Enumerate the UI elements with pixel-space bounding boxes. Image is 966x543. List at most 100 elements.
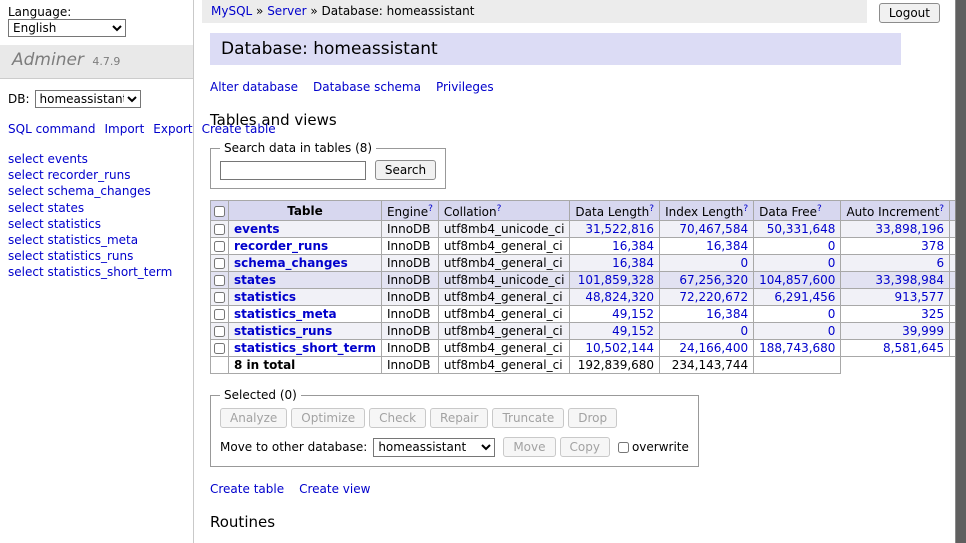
row-checkbox[interactable] <box>214 241 225 252</box>
auto-increment-cell: 325 <box>841 306 950 323</box>
scrollbar[interactable] <box>955 0 966 543</box>
data-free-link[interactable]: 50,331,648 <box>767 222 836 236</box>
db-select[interactable]: homeassistant <box>35 90 141 108</box>
copy-button[interactable]: Copy <box>560 437 610 457</box>
row-checkbox[interactable] <box>214 224 225 235</box>
sidebar-link[interactable]: Create table <box>202 122 276 136</box>
select-all-checkbox[interactable] <box>214 206 225 217</box>
sidebar-link[interactable]: SQL command <box>8 122 95 136</box>
column-help-link[interactable]: ? <box>428 204 433 214</box>
column-help-link[interactable]: ? <box>939 204 944 214</box>
table-name-link[interactable]: statistics_meta <box>234 307 337 321</box>
index-length-link[interactable]: 70,467,584 <box>679 222 748 236</box>
row-check-cell <box>211 238 229 255</box>
app-name-link[interactable]: Adminer <box>12 50 84 70</box>
search-input[interactable] <box>220 161 366 180</box>
sidebar-link[interactable]: Export <box>153 122 192 136</box>
table-name-link[interactable]: statistics_runs <box>234 324 332 338</box>
sidebar-link[interactable]: Import <box>104 122 144 136</box>
index-length-link[interactable]: 0 <box>740 324 748 338</box>
index-length-link[interactable]: 67,256,320 <box>679 273 748 287</box>
optimize-button[interactable]: Optimize <box>291 408 365 428</box>
table-name-link[interactable]: schema_changes <box>234 256 348 270</box>
create-link[interactable]: Create table <box>210 482 284 496</box>
truncate-button[interactable]: Truncate <box>492 408 564 428</box>
move-db-select[interactable]: homeassistant <box>373 438 495 457</box>
sidebar-table-link[interactable]: select events <box>8 151 185 167</box>
data-length-link[interactable]: 48,824,320 <box>585 290 654 304</box>
engine-cell: InnoDB <box>381 340 438 357</box>
data-free-link[interactable]: 0 <box>828 324 836 338</box>
analyze-button[interactable]: Analyze <box>220 408 287 428</box>
index-length-link[interactable]: 0 <box>740 256 748 270</box>
column-help-link[interactable]: ? <box>743 204 748 214</box>
sidebar-table-link[interactable]: select statistics_meta <box>8 232 185 248</box>
row-checkbox[interactable] <box>214 292 225 303</box>
auto-increment-link[interactable]: 6 <box>936 256 944 270</box>
table-name-cell: recorder_runs <box>229 238 382 255</box>
search-button[interactable]: Search <box>375 160 436 180</box>
table-name-link[interactable]: events <box>234 222 280 236</box>
db-action-link[interactable]: Privileges <box>436 80 494 94</box>
table-name-cell: statistics_runs <box>229 323 382 340</box>
engine-cell: InnoDB <box>381 238 438 255</box>
index-length-link[interactable]: 24,166,400 <box>679 341 748 355</box>
sidebar-table-link[interactable]: select recorder_runs <box>8 167 185 183</box>
db-action-link[interactable]: Database schema <box>313 80 421 94</box>
breadcrumb-link[interactable]: Server <box>267 4 306 18</box>
table-name-link[interactable]: statistics <box>234 290 296 304</box>
column-help-link[interactable]: ? <box>649 204 654 214</box>
auto-increment-link[interactable]: 913,577 <box>894 290 944 304</box>
sidebar-table-link[interactable]: select statistics_runs <box>8 248 185 264</box>
auto-increment-link[interactable]: 33,398,984 <box>875 273 944 287</box>
table-name-link[interactable]: states <box>234 273 276 287</box>
row-checkbox[interactable] <box>214 275 225 286</box>
table-row: eventsInnoDButf8mb4_unicode_ci31,522,816… <box>211 221 966 238</box>
table-name-link[interactable]: recorder_runs <box>234 239 328 253</box>
row-checkbox[interactable] <box>214 258 225 269</box>
data-free-link[interactable]: 0 <box>828 239 836 253</box>
language-select[interactable]: English <box>8 19 126 37</box>
column-help-link[interactable]: ? <box>497 204 502 214</box>
auto-increment-link[interactable]: 8,581,645 <box>883 341 944 355</box>
drop-button[interactable]: Drop <box>568 408 617 428</box>
data-free-link[interactable]: 188,743,680 <box>759 341 835 355</box>
data-length-link[interactable]: 49,152 <box>612 324 654 338</box>
repair-button[interactable]: Repair <box>430 408 488 428</box>
breadcrumb-link[interactable]: MySQL <box>211 4 252 18</box>
data-length-link[interactable]: 10,502,144 <box>585 341 654 355</box>
row-checkbox[interactable] <box>214 343 225 354</box>
auto-increment-link[interactable]: 325 <box>921 307 944 321</box>
sidebar-table-link[interactable]: select statistics_short_term <box>8 264 185 280</box>
check-button[interactable]: Check <box>369 408 426 428</box>
collation-cell: utf8mb4_general_ci <box>438 323 570 340</box>
sidebar-table-link[interactable]: select statistics <box>8 216 185 232</box>
data-length-link[interactable]: 49,152 <box>612 307 654 321</box>
data-length-link[interactable]: 31,522,816 <box>585 222 654 236</box>
table-row: statistics_metaInnoDButf8mb4_general_ci4… <box>211 306 966 323</box>
data-free-link[interactable]: 0 <box>828 256 836 270</box>
move-button[interactable]: Move <box>503 437 555 457</box>
column-help-link[interactable]: ? <box>817 204 822 214</box>
row-checkbox[interactable] <box>214 326 225 337</box>
row-checkbox[interactable] <box>214 309 225 320</box>
data-length-link[interactable]: 16,384 <box>612 239 654 253</box>
db-action-link[interactable]: Alter database <box>210 80 298 94</box>
overwrite-checkbox[interactable] <box>618 442 629 453</box>
data-free-link[interactable]: 0 <box>828 307 836 321</box>
auto-increment-link[interactable]: 39,999 <box>902 324 944 338</box>
index-length-link[interactable]: 16,384 <box>706 307 748 321</box>
table-name-link[interactable]: statistics_short_term <box>234 341 376 355</box>
index-length-link[interactable]: 72,220,672 <box>679 290 748 304</box>
auto-increment-link[interactable]: 33,898,196 <box>875 222 944 236</box>
sidebar-table-link[interactable]: select schema_changes <box>8 183 185 199</box>
data-free-link[interactable]: 104,857,600 <box>759 273 835 287</box>
data-length-link[interactable]: 101,859,328 <box>578 273 654 287</box>
auto-increment-link[interactable]: 378 <box>921 239 944 253</box>
sidebar-table-link[interactable]: select states <box>8 200 185 216</box>
data-free-link[interactable]: 6,291,456 <box>774 290 835 304</box>
logout-button[interactable]: Logout <box>879 3 940 23</box>
create-link[interactable]: Create view <box>299 482 370 496</box>
data-length-link[interactable]: 16,384 <box>612 256 654 270</box>
index-length-link[interactable]: 16,384 <box>706 239 748 253</box>
